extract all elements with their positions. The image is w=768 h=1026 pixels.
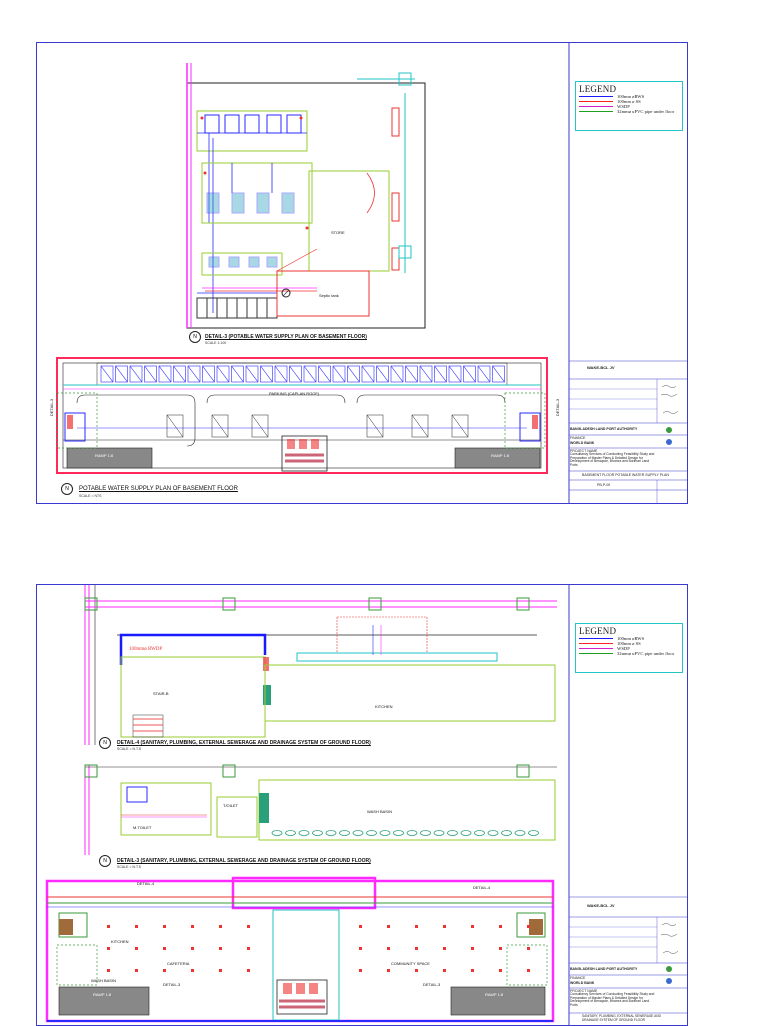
room-label-septic: Septic tank [319, 293, 339, 298]
north-arrow-icon: N [99, 737, 111, 749]
detail-tag-right: DETAIL-3 [555, 398, 561, 417]
ramp-label-left: RAMP 1:8 [95, 453, 114, 458]
detail-3-scale: SCALE = N.T.S [117, 865, 142, 869]
title-block-drawing: BASEMENT FLOOR POTABLE WATER SUPPLY PLAN [582, 473, 669, 477]
room-label-toilet: T/OILET [223, 803, 239, 808]
title-block-funder-label: FINANCE [570, 436, 586, 440]
room-label-kitchen-2: KITCHEN [111, 939, 129, 944]
detail-tag-left: DETAIL-3 [49, 398, 55, 417]
ramp-label-right: RAMP 1:8 [491, 453, 510, 458]
title-block-project: Consultancy Services of Conducting Feasi… [570, 452, 655, 467]
north-arrow-icon: N [61, 483, 73, 495]
ramp-label-left: RAMP 1:8 [93, 992, 112, 997]
legend-item: 32mmø uPVC pipe under floor [579, 651, 679, 656]
title-block-client: BANGLADESH LAND PORT AUTHORITY [570, 967, 638, 971]
drawing-sheet-ground: LEGEND 100mm øRWS 100mm ø SS WSDP 32mmø … [36, 584, 688, 1026]
detail-tag: DETAIL-3 [423, 982, 441, 987]
north-arrow-icon: N [189, 331, 201, 343]
title-block-firm: WAKE-BCL JV [587, 903, 615, 908]
title-block-firm: WAKE-BCL JV [587, 365, 615, 370]
room-label-kitchen: KITCHEN [375, 704, 393, 709]
title-block-funder: WORLD BANK [570, 441, 595, 445]
room-label-parking: PARKING (CAPLAN ROOF) [269, 391, 320, 396]
room-label-stair: STAIR-B [153, 691, 169, 696]
room-label-wash-basin-2: WASH BASIN [91, 978, 116, 983]
detail-tag: DETAIL-4 [473, 885, 491, 890]
plan-title: POTABLE WATER SUPPLY PLAN OF BASEMENT FL… [79, 486, 238, 492]
title-block-funder-label: FINANCE [570, 976, 586, 980]
legend-item: 32mmø uPVC pipe under floor [579, 109, 679, 114]
room-label-wash-basin: WASH BASIN [367, 809, 392, 814]
title-block-client: BANGLADESH LAND PORT AUTHORITY [570, 427, 638, 431]
room-label-community: COMMUNITY SPACE [391, 961, 430, 966]
detail-3-title: DETAIL-3 (SANITARY, PLUMBING, EXTERNAL S… [117, 858, 371, 864]
room-label-cafeteria: CAFETERIA [167, 961, 190, 966]
plan-scale: SCALE = NTS [79, 494, 102, 498]
ramp-label-right: RAMP 1:8 [485, 992, 504, 997]
title-block-drawing: SANITARY, PLUMBING, EXTERNAL SEWERAGE AN… [582, 1014, 661, 1022]
room-label-store: STORE [331, 230, 345, 235]
legend-box: LEGEND 100mm øRWS 100mm ø SS WSDP 32mmø … [575, 623, 683, 673]
detail-title: DETAIL-3 (POTABLE WATER SUPPLY PLAN OF B… [205, 334, 367, 340]
room-label-m-toilet: M.TOILET [133, 825, 152, 830]
pipe-label-rwdp: 100mmø RWDP [129, 647, 163, 652]
drawing-sheet-basement: LEGEND 100mm øRWS 100mm ø SS WSDP 32mmø … [36, 42, 688, 504]
detail-tag: DETAIL-3 [163, 982, 181, 987]
detail-tag: DETAIL-4 [137, 881, 155, 886]
detail-4-scale: SCALE = N.T.S [117, 747, 142, 751]
title-block-sheet-no: PB-P-00 [597, 483, 611, 487]
detail-scale: SCALE 1:100 [205, 341, 227, 345]
legend-box: LEGEND 100mm øRWS 100mm ø SS WSDP 32mmø … [575, 81, 683, 131]
title-block-project: Consultancy Services of Conducting Feasi… [570, 992, 655, 1007]
legend-title: LEGEND [579, 626, 617, 636]
detail-4-title: DETAIL-4 (SANITARY, PLUMBING, EXTERNAL S… [117, 740, 371, 746]
legend-title: LEGEND [579, 84, 617, 94]
title-block-funder: WORLD BANK [570, 981, 595, 985]
north-arrow-icon: N [99, 855, 111, 867]
